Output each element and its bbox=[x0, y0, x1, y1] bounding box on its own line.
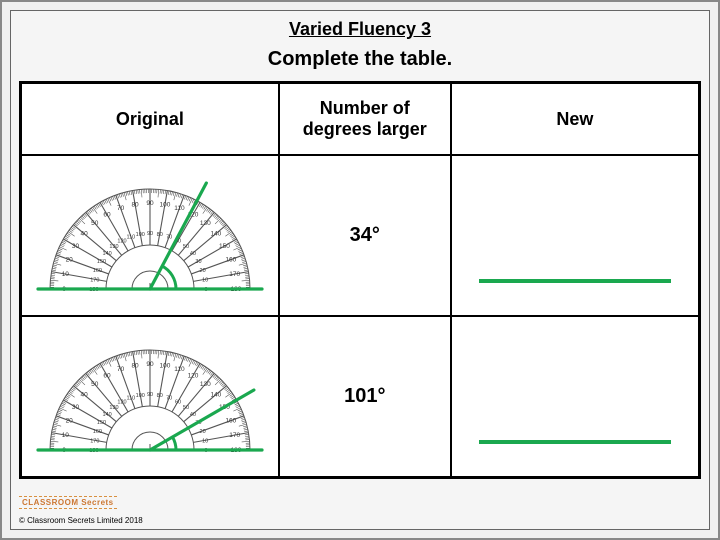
svg-text:90: 90 bbox=[147, 392, 153, 398]
logo: CLASSROOM Secrets bbox=[19, 496, 117, 509]
svg-text:80: 80 bbox=[131, 362, 139, 369]
svg-text:30: 30 bbox=[195, 259, 201, 265]
svg-text:150: 150 bbox=[97, 420, 106, 426]
svg-text:130: 130 bbox=[109, 405, 118, 411]
col-header-original: Original bbox=[21, 83, 279, 155]
inner-frame: Varied Fluency 3 Complete the table. Ori… bbox=[10, 10, 710, 530]
slide-frame: Varied Fluency 3 Complete the table. Ori… bbox=[0, 0, 720, 540]
svg-text:140: 140 bbox=[210, 391, 221, 398]
svg-text:170: 170 bbox=[229, 432, 240, 439]
svg-text:80: 80 bbox=[157, 392, 163, 398]
svg-text:120: 120 bbox=[117, 238, 126, 244]
svg-text:30: 30 bbox=[72, 404, 80, 411]
svg-text:160: 160 bbox=[93, 267, 102, 273]
svg-text:170: 170 bbox=[90, 277, 99, 283]
svg-text:70: 70 bbox=[166, 234, 172, 240]
svg-text:70: 70 bbox=[117, 366, 125, 373]
protractor-row2: 0180101702016030150401405013060120701108… bbox=[30, 332, 270, 462]
svg-text:100: 100 bbox=[136, 231, 145, 237]
svg-text:160: 160 bbox=[93, 428, 102, 434]
svg-text:90: 90 bbox=[147, 231, 153, 237]
svg-text:70: 70 bbox=[117, 205, 125, 212]
increase-value-1: 34° bbox=[350, 224, 380, 247]
svg-text:130: 130 bbox=[200, 381, 211, 388]
original-cell-2: 0180101702016030150401405013060120701108… bbox=[21, 316, 279, 477]
svg-text:90: 90 bbox=[146, 361, 154, 368]
svg-text:10: 10 bbox=[62, 432, 70, 439]
svg-text:60: 60 bbox=[175, 399, 181, 405]
svg-text:50: 50 bbox=[183, 244, 189, 250]
svg-text:170: 170 bbox=[229, 271, 240, 278]
increase-cell-2: 101° bbox=[279, 316, 451, 477]
svg-text:70: 70 bbox=[166, 395, 172, 401]
svg-text:160: 160 bbox=[225, 256, 236, 263]
copyright: © Classroom Secrets Limited 2018 bbox=[19, 517, 143, 525]
svg-text:60: 60 bbox=[103, 211, 111, 218]
new-cell-1[interactable] bbox=[451, 155, 699, 316]
svg-text:40: 40 bbox=[190, 412, 196, 418]
svg-text:100: 100 bbox=[159, 362, 170, 369]
svg-text:170: 170 bbox=[90, 438, 99, 444]
svg-text:40: 40 bbox=[80, 230, 88, 237]
svg-text:100: 100 bbox=[159, 201, 170, 208]
svg-text:50: 50 bbox=[91, 381, 99, 388]
svg-text:110: 110 bbox=[174, 366, 185, 373]
instruction: Complete the table. bbox=[11, 44, 709, 81]
svg-text:50: 50 bbox=[91, 220, 99, 227]
original-cell-1: 0180101702016030150401405013060120701108… bbox=[21, 155, 279, 316]
svg-text:120: 120 bbox=[187, 372, 198, 379]
svg-text:20: 20 bbox=[65, 417, 73, 424]
svg-text:60: 60 bbox=[103, 372, 111, 379]
svg-text:120: 120 bbox=[117, 399, 126, 405]
answer-line-1 bbox=[479, 279, 671, 283]
svg-text:130: 130 bbox=[109, 244, 118, 250]
svg-text:140: 140 bbox=[102, 412, 111, 418]
svg-text:100: 100 bbox=[136, 392, 145, 398]
svg-text:140: 140 bbox=[102, 251, 111, 257]
new-cell-2[interactable] bbox=[451, 316, 699, 477]
svg-text:110: 110 bbox=[174, 205, 185, 212]
svg-text:10: 10 bbox=[62, 271, 70, 278]
answer-line-2 bbox=[479, 440, 671, 444]
svg-text:130: 130 bbox=[200, 220, 211, 227]
svg-text:20: 20 bbox=[65, 256, 73, 263]
increase-cell-1: 34° bbox=[279, 155, 451, 316]
svg-text:30: 30 bbox=[72, 243, 80, 250]
svg-text:40: 40 bbox=[80, 391, 88, 398]
svg-text:110: 110 bbox=[126, 234, 135, 240]
svg-text:10: 10 bbox=[202, 277, 208, 283]
svg-text:150: 150 bbox=[219, 243, 230, 250]
svg-text:40: 40 bbox=[190, 251, 196, 257]
protractor-row1: 0180101702016030150401405013060120701108… bbox=[30, 171, 270, 301]
svg-text:80: 80 bbox=[157, 231, 163, 237]
svg-text:10: 10 bbox=[202, 438, 208, 444]
svg-text:50: 50 bbox=[183, 405, 189, 411]
svg-text:110: 110 bbox=[126, 395, 135, 401]
svg-text:80: 80 bbox=[131, 201, 139, 208]
svg-text:160: 160 bbox=[225, 417, 236, 424]
col-header-increase: Number of degrees larger bbox=[279, 83, 451, 155]
svg-text:140: 140 bbox=[210, 230, 221, 237]
svg-text:20: 20 bbox=[199, 267, 205, 273]
svg-text:150: 150 bbox=[97, 259, 106, 265]
svg-text:20: 20 bbox=[199, 428, 205, 434]
col-header-new: New bbox=[451, 83, 699, 155]
svg-text:90: 90 bbox=[146, 200, 154, 207]
increase-value-2: 101° bbox=[344, 385, 385, 408]
slide-title: Varied Fluency 3 bbox=[11, 11, 709, 44]
angle-table: Original Number of degrees larger New 01… bbox=[19, 81, 701, 479]
